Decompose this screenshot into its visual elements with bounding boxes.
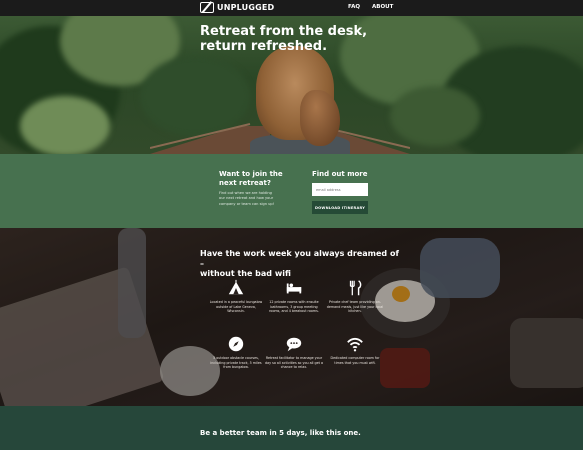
find-out-more-heading: Find out more (312, 170, 368, 178)
nav-link-faq[interactable]: FAQ (348, 4, 360, 10)
utensils-icon (349, 280, 362, 296)
feature-item: Retreat facilitator to manage your day s… (265, 335, 323, 370)
feature-text: 12 private rooms with ensuite bathrooms,… (269, 300, 319, 314)
bottom-heading: Be a better team in 5 days, like this on… (200, 429, 361, 437)
tent-icon (228, 279, 244, 295)
feature-text: Located in a peaceful bungalow outside o… (209, 300, 263, 314)
features-heading: Have the work week you always dreamed of… (200, 249, 399, 278)
feature-text: 5 outdoor obstacle courses, including pr… (210, 356, 262, 370)
top-nav: UNPLUGGED FAQ ABOUT (0, 0, 583, 16)
join-heading: Want to join the next retreat? (219, 170, 283, 187)
compass-icon (228, 336, 244, 352)
unplugged-logo-icon (200, 2, 214, 13)
brand-name: UNPLUGGED (217, 3, 275, 12)
signup-section (0, 154, 583, 228)
feature-item: Located in a peaceful bungalow outside o… (207, 279, 265, 314)
nav-link-about[interactable]: ABOUT (372, 4, 393, 10)
email-field[interactable] (312, 183, 368, 196)
feature-text: Retreat facilitator to manage your day s… (265, 356, 323, 370)
join-description: Find out when we are holding our next re… (219, 191, 275, 206)
feature-item: 5 outdoor obstacle courses, including pr… (207, 335, 265, 370)
feature-item: 12 private rooms with ensuite bathrooms,… (265, 279, 323, 314)
wifi-icon (347, 337, 363, 352)
hero-title: Retreat from the desk, return refreshed. (200, 24, 368, 54)
bottom-section (0, 406, 583, 450)
bed-icon (286, 283, 302, 294)
feature-text: Dedicated computer room for times that y… (330, 356, 380, 365)
feature-item: Dedicated computer room for times that y… (326, 335, 384, 365)
feature-text: Private chef team providing on-demand me… (326, 300, 384, 314)
download-itinerary-button[interactable]: DOWNLOAD ITINERARY (312, 201, 368, 214)
chat-icon (286, 337, 302, 352)
brand-logo[interactable]: UNPLUGGED (200, 2, 274, 13)
feature-item: Private chef team providing on-demand me… (326, 279, 384, 314)
